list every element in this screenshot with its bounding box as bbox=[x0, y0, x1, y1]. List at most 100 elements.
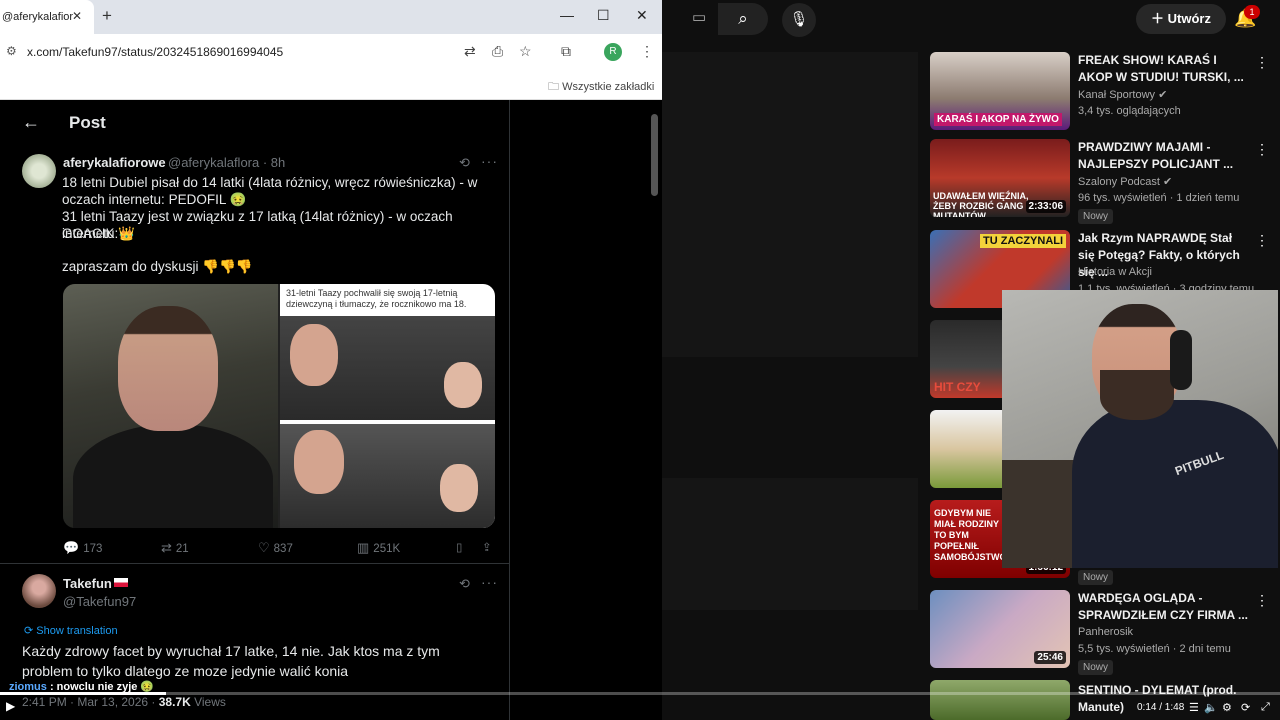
views-button[interactable]: ▥ 251K bbox=[357, 540, 400, 556]
divider bbox=[0, 563, 510, 564]
create-button[interactable]: ＋ Utwórz bbox=[1136, 4, 1226, 34]
reply-views: 38.7K bbox=[158, 695, 191, 709]
show-translation-link[interactable]: ⟳ Show translation bbox=[24, 624, 118, 637]
url-bar[interactable]: x.com/Takefun97/status/20324518690169940… bbox=[27, 45, 283, 59]
tweet-media[interactable]: 31-letni Taazy pochwalił się swoją 17-le… bbox=[63, 284, 495, 528]
reply-author-handle[interactable]: @Takefun97 bbox=[63, 594, 136, 609]
person-face bbox=[290, 324, 338, 386]
minimize-icon[interactable]: — bbox=[560, 7, 574, 23]
close-window-icon[interactable]: ✕ bbox=[636, 7, 648, 24]
keyboard-icon[interactable]: ▭ bbox=[692, 8, 716, 28]
more-options-icon[interactable]: ··· bbox=[481, 153, 498, 169]
chapters-icon[interactable]: ☰ bbox=[1189, 701, 1199, 714]
video-title[interactable]: WARDĘGA OGLĄDA - SPRAWDZIŁEM CZY FIRMA .… bbox=[1078, 590, 1248, 624]
rotate-icon[interactable]: ⟳ bbox=[1241, 701, 1250, 714]
video-thumbnail[interactable]: KARAŚ I AKOP NA ŻYWO bbox=[930, 52, 1070, 130]
reply-icon: 💬 bbox=[63, 540, 80, 555]
channel-name[interactable]: Panherosik bbox=[1078, 626, 1133, 638]
show-translation-label: Show translation bbox=[36, 625, 118, 637]
reply-timestamp: 2:41 PM · Mar 13, 2026 · 38.7K Views bbox=[22, 695, 226, 709]
search-button[interactable]: ⌕ bbox=[718, 3, 768, 35]
more-options-icon[interactable]: ⋮ bbox=[1255, 592, 1269, 609]
progress-fill bbox=[0, 692, 167, 695]
thumbnail-text: HIT CZY bbox=[934, 380, 981, 394]
grok-icon[interactable]: ⟲ bbox=[459, 155, 470, 171]
poland-flag-icon bbox=[113, 578, 128, 587]
new-badge: Nowy bbox=[1078, 570, 1114, 585]
share-icon[interactable]: ⇪ bbox=[482, 540, 492, 554]
reply-author-name[interactable]: Takefun bbox=[63, 576, 128, 591]
like-count: 837 bbox=[273, 543, 293, 555]
more-options-icon[interactable]: ··· bbox=[481, 574, 498, 590]
video-duration: 2:33:06 bbox=[1025, 200, 1066, 213]
page-scrollbar[interactable] bbox=[651, 114, 658, 196]
grok-icon[interactable]: ⟲ bbox=[459, 576, 470, 592]
install-icon[interactable]: ⎙ bbox=[492, 43, 503, 60]
site-settings-icon[interactable]: ⚙ bbox=[6, 44, 17, 58]
channel-name[interactable]: Historia w Akcji bbox=[1078, 266, 1152, 278]
new-badge: Nowy bbox=[1078, 660, 1114, 675]
video-thumbnail[interactable]: 25:46 bbox=[930, 590, 1070, 668]
repost-button[interactable]: ⇄ 21 bbox=[161, 540, 189, 556]
tab-title: @aferykalafior bbox=[2, 11, 74, 23]
video-player-area-lower[interactable] bbox=[662, 478, 918, 610]
like-button[interactable]: ♡ 837 bbox=[258, 540, 293, 556]
car-photo-top bbox=[280, 316, 495, 420]
headphones-icon bbox=[1170, 330, 1192, 390]
repost-icon: ⇄ bbox=[161, 540, 172, 555]
car-photo-bottom bbox=[280, 424, 495, 528]
person-body bbox=[73, 424, 273, 528]
author-handle[interactable]: @aferykalaflora · 8h bbox=[168, 155, 285, 170]
person-face bbox=[118, 306, 218, 431]
reply-button[interactable]: 💬 173 bbox=[63, 540, 102, 556]
close-tab-icon[interactable]: ✕ bbox=[72, 9, 82, 23]
time-display: 0:14 / 1:48 bbox=[1137, 702, 1185, 713]
video-duration: 25:46 bbox=[1034, 651, 1066, 664]
reply-text: Każdy zdrowy facet by wyruchał 17 latke,… bbox=[22, 643, 440, 679]
person-face bbox=[444, 362, 482, 408]
more-options-icon[interactable]: ⋮ bbox=[1255, 54, 1269, 71]
volume-icon[interactable]: 🔈 bbox=[1204, 701, 1218, 714]
microphone-icon[interactable]: 🎙 bbox=[782, 3, 816, 37]
recommendation-item[interactable]: UDAWAŁEM WIĘŹNIA, ŻEBY ROZBIĆ GANG MUTAN… bbox=[930, 139, 1275, 224]
video-title[interactable]: FREAK SHOW! KARAŚ I AKOP W STUDIU! TURSK… bbox=[1078, 52, 1248, 86]
author-avatar[interactable] bbox=[22, 154, 56, 188]
profile-avatar[interactable]: R bbox=[604, 43, 622, 61]
bookmarks-bar: 🗀 Wszystkie zakładki bbox=[0, 70, 662, 100]
extensions-icon[interactable]: ⧉ bbox=[561, 43, 571, 60]
channel-name[interactable]: Kanał Sportowy ✔ bbox=[1078, 88, 1167, 101]
bookmark-star-icon[interactable]: ☆ bbox=[519, 43, 532, 60]
all-bookmarks[interactable]: 🗀 Wszystkie zakładki bbox=[548, 78, 654, 97]
author-name[interactable]: aferykalafiorowe bbox=[63, 155, 166, 170]
browser-tab[interactable]: @aferykalafior ✕ bbox=[0, 0, 94, 34]
recommendation-item[interactable]: SENTINO - DYLEMAT (prod. Manute) bbox=[930, 680, 1275, 720]
video-player-area[interactable] bbox=[662, 52, 918, 357]
bookmark-icon[interactable]: ▯ bbox=[456, 540, 462, 554]
progress-bar[interactable] bbox=[0, 692, 1280, 695]
notification-badge: 1 bbox=[1244, 5, 1260, 19]
reply-count: 173 bbox=[83, 543, 103, 555]
video-title[interactable]: PRAWDZIWY MAJAMI - NAJLEPSZY POLICJANT .… bbox=[1078, 139, 1248, 173]
more-options-icon[interactable]: ⋮ bbox=[1255, 141, 1269, 158]
new-tab-icon[interactable]: + bbox=[102, 6, 112, 26]
reply-author-avatar[interactable] bbox=[22, 574, 56, 608]
media-photo-right[interactable]: 31-letni Taazy pochwalił się swoją 17-le… bbox=[280, 284, 495, 528]
video-thumbnail[interactable] bbox=[930, 680, 1070, 720]
maximize-icon[interactable]: ☐ bbox=[597, 7, 610, 24]
more-options-icon[interactable]: ⋮ bbox=[1255, 232, 1269, 249]
video-thumbnail[interactable]: UDAWAŁEM WIĘŹNIA, ŻEBY ROZBIĆ GANG MUTAN… bbox=[930, 139, 1070, 217]
recommendation-item[interactable]: 25:46 WARDĘGA OGLĄDA - SPRAWDZIŁEM CZY F… bbox=[930, 590, 1275, 675]
video-meta: 96 tys. wyświetleń · 1 dzień temu bbox=[1078, 192, 1240, 204]
reply-author-name-text: Takefun bbox=[63, 576, 112, 591]
translate-icon[interactable]: ⇄ bbox=[464, 43, 476, 60]
play-icon[interactable]: ▶ bbox=[6, 699, 15, 713]
menu-kebab-icon[interactable]: ⋮ bbox=[640, 43, 654, 60]
back-arrow-icon[interactable]: ← bbox=[22, 112, 40, 133]
heart-icon: ♡ bbox=[258, 540, 270, 555]
media-photo-left[interactable] bbox=[63, 284, 278, 528]
recommendation-item[interactable]: KARAŚ I AKOP NA ŻYWO FREAK SHOW! KARAŚ I… bbox=[930, 52, 1275, 132]
channel-name[interactable]: Szalony Podcast ✔ bbox=[1078, 175, 1172, 188]
settings-gear-icon[interactable]: ⚙ bbox=[1222, 701, 1232, 714]
fullscreen-icon[interactable]: ⤢ bbox=[1261, 701, 1270, 714]
tweet-line: 18 letni Dubiel pisał do 14 latki (4lata… bbox=[62, 175, 478, 190]
